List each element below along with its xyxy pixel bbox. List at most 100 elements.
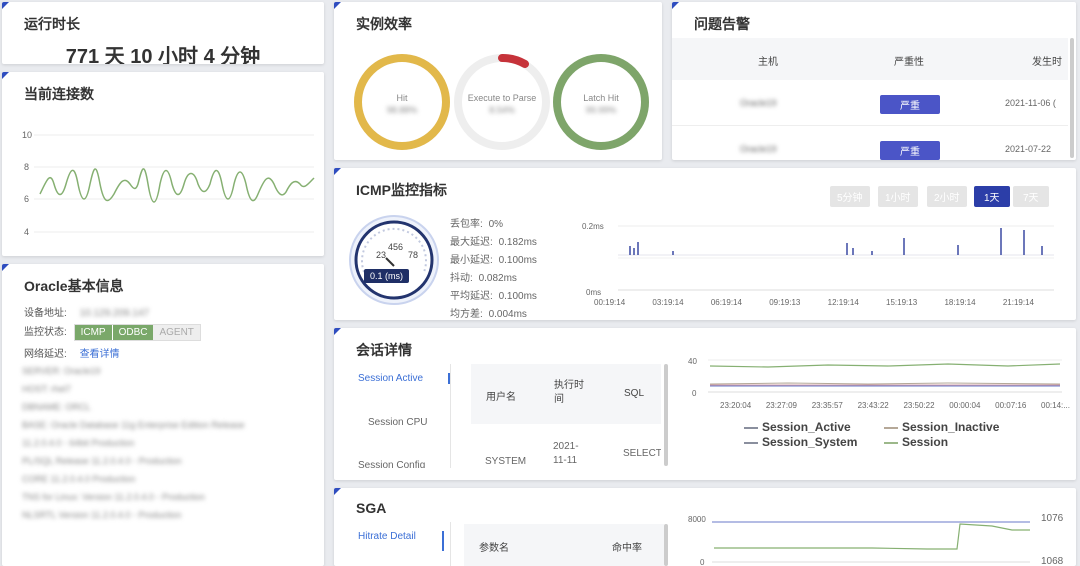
packet-loss-value: 0% bbox=[488, 219, 504, 230]
sessions-line-chart bbox=[708, 359, 1062, 393]
icmp-card: ICMP监控指标 5分钟 1小时 2小时 1天 7天 23 456 78 0.1… bbox=[334, 168, 1076, 320]
range-1day-button[interactable]: 1天 bbox=[974, 186, 1010, 207]
alert-host: Oracle19 bbox=[740, 98, 777, 108]
blurred-info-line: PL/SQL Release 11.2.0.4.0 - Production bbox=[22, 456, 182, 466]
icmp-y-tick: 0ms bbox=[586, 288, 602, 297]
session-tab-cpu[interactable]: Session CPU bbox=[368, 417, 427, 428]
packet-loss-label: 丢包率: bbox=[450, 219, 483, 230]
sga-header-param: 参数名 bbox=[479, 543, 509, 554]
alerts-scrollbar[interactable] bbox=[1070, 38, 1074, 158]
legend-session-system: Session_System bbox=[762, 435, 858, 449]
alerts-header-host: 主机 bbox=[758, 57, 778, 68]
network-details-link[interactable]: 查看详情 bbox=[80, 349, 120, 360]
sessions-row[interactable]: SYSTEM 2021-11-11 SELECT bbox=[471, 428, 661, 468]
latch-hit-value: 99.99% bbox=[585, 105, 617, 115]
alert-host: Oracle19 bbox=[740, 144, 777, 154]
icmp-x-tick: 12:19:14 bbox=[827, 298, 859, 307]
svg-text:456: 456 bbox=[388, 242, 403, 252]
svg-text:78: 78 bbox=[408, 250, 418, 260]
jitter-value: 0.082ms bbox=[478, 273, 517, 284]
execute-to-parse-label: Execute to Parse bbox=[467, 93, 537, 103]
connections-y-tick: 4 bbox=[24, 227, 30, 237]
session-user: SYSTEM bbox=[485, 456, 527, 467]
blurred-info-line: DBNAME: ORCL bbox=[22, 402, 91, 412]
icmp-x-tick: 06:19:14 bbox=[710, 298, 742, 307]
icmp-latency-chart bbox=[618, 225, 1054, 291]
range-7day-button[interactable]: 7天 bbox=[1013, 186, 1049, 207]
alerts-row[interactable]: Oracle19 严重 2021-07-22 bbox=[672, 128, 1068, 160]
sessions-x-tick: 23:43:22 bbox=[857, 401, 889, 410]
connections-y-tick: 10 bbox=[22, 130, 33, 140]
avg-latency-value: 0.100ms bbox=[498, 291, 537, 302]
max-latency-label: 最大延迟: bbox=[450, 237, 493, 248]
sga-header-hitrate: 命中率 bbox=[612, 543, 642, 554]
avg-latency-label: 平均延迟: bbox=[450, 291, 493, 302]
alerts-title: 问题告警 bbox=[694, 16, 750, 32]
icmp-x-tick: 18:19:14 bbox=[944, 298, 976, 307]
session-tab-config[interactable]: Session Config bbox=[358, 460, 425, 468]
sessions-x-tick: 00:07:16 bbox=[995, 401, 1027, 410]
session-tab-active[interactable]: Session Active bbox=[358, 373, 450, 384]
sessions-card: 会话详情 Session Active Session CPU Session … bbox=[334, 328, 1076, 480]
sessions-x-tick: 23:20:04 bbox=[720, 401, 752, 410]
range-5min-button[interactable]: 5分钟 bbox=[830, 186, 870, 207]
range-1hour-button[interactable]: 1小时 bbox=[878, 186, 918, 207]
icmp-x-tick: 21:19:14 bbox=[1002, 298, 1034, 307]
session-time: 2021-11-11 bbox=[553, 441, 579, 466]
sessions-x-tick: 00:14:... bbox=[1041, 401, 1070, 410]
sga-table-scrollbar[interactable] bbox=[664, 524, 668, 566]
blurred-info-line: SERVER: Oracle19 bbox=[22, 366, 101, 376]
sga-y-right-tick: 1068 bbox=[1041, 556, 1064, 566]
sessions-x-tick: 23:27:09 bbox=[765, 401, 797, 410]
execute-to-parse-ring bbox=[498, 54, 529, 68]
blurred-info-line: HOST: rhel7 bbox=[22, 384, 72, 394]
max-latency-value: 0.182ms bbox=[498, 237, 537, 248]
range-2hour-button[interactable]: 2小时 bbox=[927, 186, 967, 207]
icmp-y-tick: 0.2ms bbox=[582, 222, 604, 231]
blurred-info-line: TNS for Linux: Version 11.2.0.4.0 - Prod… bbox=[22, 492, 205, 502]
efficiency-card: 实例效率 Hit 98.88% Execute to Parse 8.54% L… bbox=[334, 2, 662, 160]
jitter-label: 抖动: bbox=[450, 273, 473, 284]
connections-y-tick: 6 bbox=[24, 194, 30, 204]
std-dev-value: 0.004ms bbox=[488, 309, 527, 320]
monitor-status-label: 监控状态: bbox=[24, 327, 67, 338]
sga-tab-hitrate[interactable]: Hitrate Detail bbox=[358, 531, 444, 551]
alerts-header-severity: 严重性 bbox=[894, 57, 924, 68]
sessions-table-scrollbar[interactable] bbox=[664, 364, 668, 466]
sessions-y-tick: 0 bbox=[692, 389, 697, 398]
sessions-x-tick: 23:35:57 bbox=[811, 401, 843, 410]
alerts-header-time: 发生时 bbox=[1032, 57, 1062, 68]
alerts-row[interactable]: Oracle19 严重 2021-11-06 ( bbox=[672, 82, 1068, 126]
sessions-title: 会话详情 bbox=[356, 342, 412, 358]
sessions-header-time: 执行时间 bbox=[554, 380, 584, 405]
oracle-info-title: Oracle基本信息 bbox=[24, 278, 124, 294]
sga-y-left-tick: 8000 bbox=[688, 515, 706, 524]
efficiency-title: 实例效率 bbox=[356, 16, 412, 32]
uptime-value: 771 天 10 小时 4 分钟 bbox=[65, 46, 261, 64]
session-sql: SELECT bbox=[623, 448, 661, 459]
oracle-info-card: Oracle基本信息 设备地址: 10.129.209.147 监控状态: IC… bbox=[2, 264, 324, 566]
blurred-info-line: CORE 11.2.0.4.0 Production bbox=[22, 474, 136, 484]
device-address-value: 10.129.209.147 bbox=[79, 308, 150, 319]
hit-value: 98.88% bbox=[386, 105, 418, 115]
monitor-icmp-status: ICMP bbox=[74, 325, 112, 340]
connections-card: 当前连接数 10 8 6 4 bbox=[2, 72, 324, 256]
blurred-info-line: NLSRTL Version 11.2.0.4.0 - Production bbox=[22, 510, 182, 520]
svg-text:23: 23 bbox=[376, 250, 386, 260]
blurred-info-line: 11.2.0.4.0 - 64bit Production bbox=[22, 438, 135, 448]
legend-session: Session bbox=[902, 435, 949, 449]
connections-line-chart bbox=[34, 134, 315, 233]
alert-time: 2021-11-06 ( bbox=[1005, 98, 1056, 108]
icmp-x-tick: 00:19:14 bbox=[594, 298, 626, 307]
latency-gauge: 23 456 78 bbox=[349, 215, 439, 305]
alerts-card: 问题告警 主机 严重性 发生时 Oracle19 严重 2021-11-06 (… bbox=[672, 2, 1076, 160]
connections-title: 当前连接数 bbox=[24, 86, 94, 102]
monitor-odbc-status: ODBC bbox=[111, 325, 154, 340]
legend-session-active: Session_Active bbox=[762, 420, 851, 434]
network-latency-label: 网络延迟: bbox=[24, 349, 67, 360]
sga-title: SGA bbox=[356, 500, 387, 516]
device-address-label: 设备地址: bbox=[24, 308, 67, 319]
sga-y-left-tick: 0 bbox=[700, 558, 705, 566]
icmp-x-tick: 15:19:13 bbox=[886, 298, 918, 307]
alert-time: 2021-07-22 bbox=[1005, 144, 1052, 154]
